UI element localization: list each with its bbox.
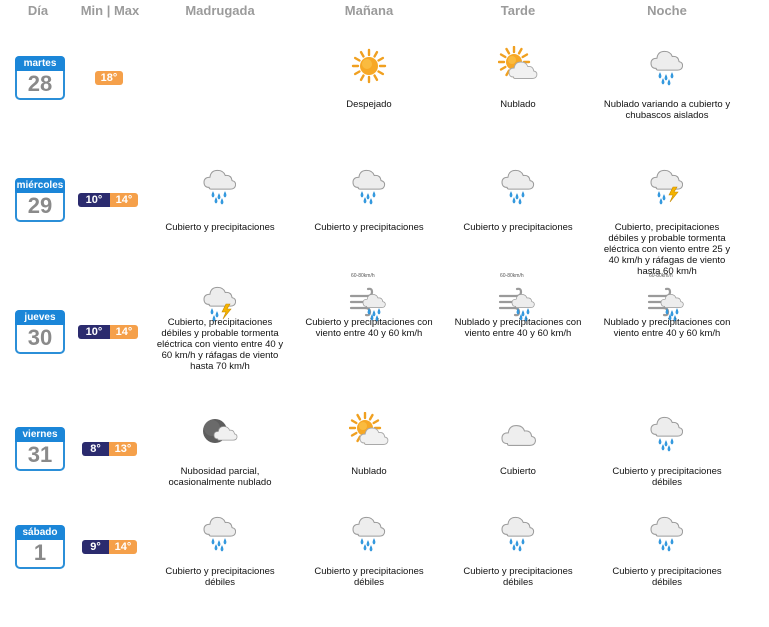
day-calendar: martes 28 (15, 56, 65, 100)
header-madrugada: Madrugada (185, 3, 255, 18)
day-name: sábado (15, 525, 65, 540)
temp-min: 10° (78, 325, 110, 339)
period-description: Despejado (346, 99, 392, 110)
cloud-storm-icon (200, 282, 240, 322)
header-manana: Mañana (344, 3, 394, 18)
period-description: Cubierto y precipitaciones (314, 222, 424, 233)
cloud-rain-icon (349, 512, 389, 552)
period-description: Cubierto y precipitaciones con viento en… (305, 317, 433, 339)
wind-storm-icon: 60-80km/h (498, 273, 538, 322)
day-name: martes (15, 56, 65, 71)
cloud-storm-icon (647, 165, 687, 205)
sun-cloud-icon (348, 411, 389, 452)
period-description: Nublado (500, 99, 536, 110)
day-name: miércoles (15, 178, 65, 193)
period-description: Cubierto, precipitaciones débiles y prob… (156, 317, 284, 372)
cloud-rain-icon (498, 512, 538, 552)
period-description: Cubierto y precipitaciones (165, 222, 275, 233)
sun-icon (349, 46, 389, 86)
day-calendar: viernes 31 (15, 427, 65, 471)
header-noche: Noche (647, 3, 687, 18)
temp-min: 8° (82, 442, 109, 456)
day-calendar: jueves 30 (15, 310, 65, 354)
period-description: Nublado y precipitaciones con viento ent… (603, 317, 731, 339)
period-description: Cubierto y precipitaciones débiles (612, 466, 722, 488)
period-description: Cubierto (500, 466, 536, 477)
day-calendar: miércoles 29 (15, 178, 65, 222)
temp-min: 9° (82, 540, 109, 554)
day-number: 31 (27, 442, 53, 467)
day-number: 30 (27, 325, 53, 350)
cloud-rain-icon (200, 165, 240, 205)
wind-label: 60-80km/h (500, 273, 524, 279)
period-description: Nubosidad parcial, ocasionalmente nublad… (168, 466, 272, 488)
wind-label: 60-80km/h (351, 273, 375, 279)
day-number: 28 (27, 71, 53, 96)
temp-max: 18° (95, 71, 123, 85)
cloud-rain-icon (647, 46, 687, 86)
period-description: Cubierto y precipitaciones débiles (165, 566, 275, 588)
day-calendar: sábado 1 (15, 525, 65, 569)
period-description: Cubierto y precipitaciones débiles (314, 566, 424, 588)
temp-max: 14° (110, 193, 138, 207)
cloud-rain-icon (647, 412, 687, 452)
period-description: Cubierto, precipitaciones débiles y prob… (603, 222, 731, 277)
wind-rain-icon: 60-80km/h (349, 273, 389, 322)
day-name: viernes (15, 427, 65, 442)
period-description: Nublado (351, 466, 387, 477)
header-tarde: Tarde (500, 3, 536, 18)
cloud-rain-icon (200, 512, 240, 552)
day-name: jueves (15, 310, 65, 325)
day-number: 29 (27, 193, 53, 218)
period-description: Nublado variando a cubierto y chubascos … (603, 99, 731, 121)
temp-max: 13° (109, 442, 137, 456)
cloud-rain-icon (647, 512, 687, 552)
period-description: Cubierto y precipitaciones (463, 222, 573, 233)
temp-max: 14° (110, 325, 138, 339)
wind-label: 60-80km/h (649, 273, 673, 279)
cloud-rain-icon (498, 165, 538, 205)
moon-cloud-icon (200, 412, 240, 452)
period-description: Nublado y precipitaciones con viento ent… (454, 317, 582, 339)
period-description: Cubierto y precipitaciones débiles (463, 566, 573, 588)
cloud-rain-icon (349, 165, 389, 205)
cloud-icon (498, 412, 538, 452)
header-min-max: Min | Max (80, 3, 140, 18)
period-description: Cubierto y precipitaciones débiles (612, 566, 722, 588)
sun-cloud-icon (497, 45, 538, 86)
wind-rain-icon: 60-80km/h (647, 273, 687, 322)
temp-max: 14° (109, 540, 137, 554)
header-dia: Día (27, 3, 49, 18)
day-number: 1 (33, 540, 47, 565)
temp-min: 10° (78, 193, 110, 207)
